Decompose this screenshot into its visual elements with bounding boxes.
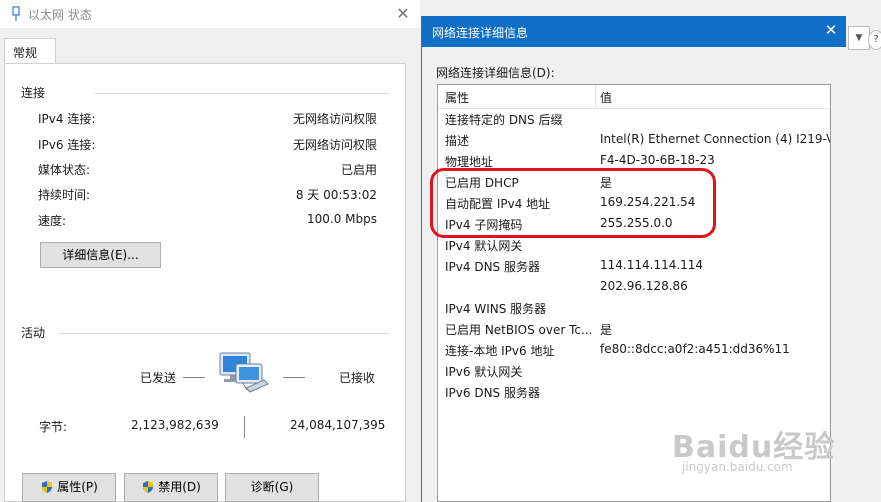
list-item-value: fe80::8dcc:a0f2:a451:dd36%11 (600, 342, 790, 356)
bytes-separator (244, 416, 245, 438)
duration-label: 持续时间: (38, 188, 91, 202)
list-item[interactable]: IPv6 DNS 服务器 (438, 381, 830, 402)
sent-label: 已发送 (140, 371, 177, 385)
background-dropdown[interactable]: ▼ (848, 26, 870, 50)
properties-button[interactable]: 属性(P) (22, 473, 116, 502)
list-item-property: 连接特定的 DNS 后缀 (445, 113, 563, 127)
received-dash (283, 377, 305, 378)
status-titlebar: 以太网 状态 ✕ (0, 0, 420, 28)
list-item-property: IPv6 默认网关 (445, 365, 523, 379)
bytes-label: 字节: (39, 420, 68, 434)
disable-button[interactable]: 禁用(D) (124, 473, 218, 502)
received-label: 已接收 (339, 371, 376, 385)
details-window-title: 网络连接详细信息 (432, 26, 529, 40)
ipv4-connectivity-label: IPv4 连接: (38, 112, 96, 126)
list-item-property: 描述 (445, 134, 470, 148)
column-header-property[interactable]: 属性 (445, 89, 469, 106)
bytes-received-value: 24,084,107,395 (290, 418, 386, 432)
list-item-value: 202.96.128.86 (600, 279, 688, 293)
list-item-property: 连接-本地 IPv6 地址 (445, 344, 555, 358)
connection-section-title: 连接 (21, 86, 46, 100)
list-item-value: 是 (600, 323, 613, 337)
list-item-value: F4-4D-30-6B-18-23 (600, 153, 715, 167)
bytes-sent-value: 2,123,982,639 (131, 418, 219, 432)
list-item-property: IPv4 WINS 服务器 (445, 302, 547, 316)
list-item-value: 114.114.114.114 (600, 258, 704, 272)
diagnose-button[interactable]: 诊断(G) (225, 473, 319, 502)
sent-dash (183, 377, 205, 378)
column-separator[interactable] (595, 85, 596, 108)
list-item[interactable]: 已启用 NetBIOS over Tc... 是 (438, 318, 830, 339)
details-close-button[interactable]: ✕ (821, 21, 841, 39)
general-panel (4, 63, 406, 502)
uac-shield-icon (143, 481, 154, 493)
listview-header: 属性 值 (438, 85, 830, 109)
red-highlight-annotation (430, 168, 716, 238)
list-item-property: IPv4 默认网关 (445, 239, 523, 253)
list-item[interactable]: IPv4 DNS 服务器 114.114.114.114 (438, 255, 830, 276)
disable-label: 禁用(D) (158, 480, 201, 494)
list-item[interactable]: 连接-本地 IPv6 地址 fe80::8dcc:a0f2:a451:dd36%… (438, 339, 830, 360)
list-item-value: Intel(R) Ethernet Connection (4) I219-V (600, 132, 831, 146)
activity-section-title: 活动 (21, 326, 46, 340)
baidu-watermark: Baidu经验 jingyan.baidu.com (672, 422, 835, 474)
list-item[interactable]: IPv4 WINS 服务器 (438, 297, 830, 318)
ipv6-connectivity-label: IPv6 连接: (38, 138, 96, 152)
column-header-value[interactable]: 值 (600, 89, 612, 106)
section-divider (60, 333, 388, 334)
list-item[interactable]: 描述 Intel(R) Ethernet Connection (4) I219… (438, 129, 830, 150)
watermark-url: jingyan.baidu.com (682, 460, 793, 474)
properties-label: 属性(P) (57, 480, 98, 494)
list-item[interactable]: 202.96.128.86 (438, 276, 830, 297)
media-state-value: 已启用 (340, 163, 377, 177)
duration-value: 8 天 00:53:02 (295, 188, 377, 202)
network-computers-icon (219, 352, 269, 393)
list-item-property: IPv4 DNS 服务器 (445, 260, 540, 274)
list-item-property: IPv6 DNS 服务器 (445, 386, 540, 400)
details-list-label: 网络连接详细信息(D): (436, 66, 555, 80)
list-item-property: 已启用 NetBIOS over Tc... (445, 323, 593, 337)
network-adapter-icon (12, 6, 20, 21)
ethernet-status-window: 以太网 状态 ✕ 常规 连接 IPv4 连接: 无网络访问权限 IPv6 连接:… (0, 0, 420, 502)
details-button[interactable]: 详细信息(E)... (40, 242, 161, 268)
help-icon[interactable]: ? (868, 30, 881, 50)
section-divider (95, 93, 388, 94)
speed-label: 速度: (38, 214, 67, 228)
status-close-button[interactable]: ✕ (392, 3, 414, 25)
ipv6-connectivity-value: 无网络访问权限 (292, 138, 377, 152)
speed-value: 100.0 Mbps (306, 212, 377, 226)
tab-general[interactable]: 常规 (4, 38, 56, 64)
media-state-label: 媒体状态: (38, 163, 91, 177)
uac-shield-icon (42, 481, 53, 493)
list-item[interactable]: 连接特定的 DNS 后缀 (438, 108, 830, 129)
details-titlebar: 网络连接详细信息 ✕ (422, 16, 846, 47)
list-item[interactable]: IPv6 默认网关 (438, 360, 830, 381)
status-window-title: 以太网 状态 (28, 8, 92, 22)
ipv4-connectivity-value: 无网络访问权限 (292, 112, 377, 126)
